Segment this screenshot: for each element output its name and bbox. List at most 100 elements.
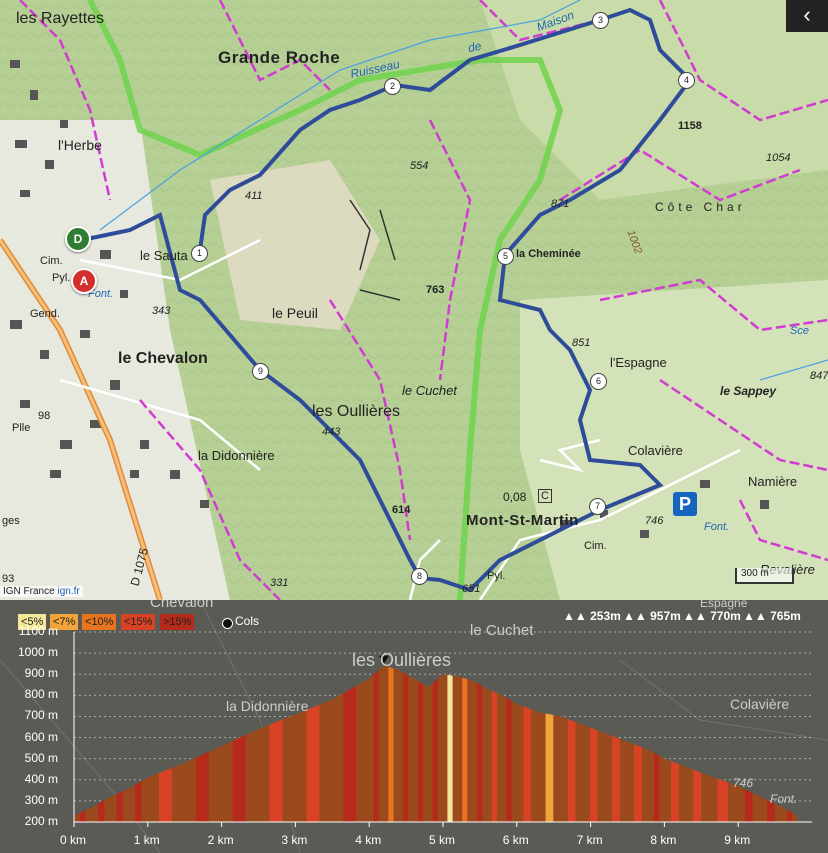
altitude-label: 1158	[678, 120, 702, 132]
slope-segment	[373, 670, 379, 822]
place-le-sauta: le Sauta	[140, 248, 188, 263]
slope-segment	[447, 674, 453, 822]
waypoint-3[interactable]: 3	[592, 12, 609, 29]
waypoint-9[interactable]: 9	[252, 363, 269, 380]
label-pyl-2: Pyl.	[487, 570, 506, 582]
mountain-icon: ▲▲	[563, 609, 587, 623]
collapse-panel-button[interactable]: ‹	[786, 0, 828, 32]
waypoint-1[interactable]: 1	[191, 245, 208, 262]
slope-segment	[388, 667, 394, 822]
y-tick-label: 400 m	[24, 771, 58, 786]
label-c-marker: C	[538, 489, 552, 503]
slope-segment	[491, 690, 497, 822]
slope-segment	[693, 769, 701, 822]
label-sce: Sce	[790, 325, 809, 337]
label-cim-2: Cim.	[584, 540, 607, 552]
slope-segment	[589, 727, 598, 822]
place-colaviere: Colavière	[628, 443, 683, 458]
elevation-profile[interactable]: Chevalon le Cuchet les Oullières la Dido…	[0, 600, 828, 853]
place-cote-char: Côte Char	[655, 200, 746, 214]
stat-value: 765m	[770, 609, 801, 623]
y-tick-label: 500 m	[24, 750, 58, 765]
slope-segment	[403, 672, 409, 822]
slope-segment	[97, 800, 105, 822]
x-tick-label: 3 km	[281, 833, 308, 847]
place-le-peuil: le Peuil	[272, 305, 318, 321]
altitude-label: 847	[810, 370, 828, 382]
slope-segment	[634, 744, 642, 822]
slope-segment	[269, 719, 283, 822]
slope-segment	[232, 735, 246, 822]
place-les-rayettes: les Rayettes	[16, 10, 105, 27]
scale-label: 300 m	[741, 568, 769, 579]
bg-label-colaviere: Colavière	[730, 696, 790, 712]
altitude-label: 93	[2, 573, 15, 585]
altitude-label: 763	[426, 284, 445, 296]
legend-slope-10: <10%	[82, 614, 117, 630]
place-les-oullieres: les Oullières	[312, 403, 401, 420]
slope-segment	[476, 683, 483, 822]
place-le-chevalon: le Chevalon	[118, 350, 208, 367]
bg-label-didonniere: la Didonnière	[226, 698, 309, 714]
cols-dot-icon	[222, 618, 233, 629]
place-mont-st-martin: Mont-St-Martin	[466, 512, 579, 529]
slope-segment	[523, 706, 532, 822]
altitude-label: 614	[392, 504, 411, 516]
slope-segment	[195, 751, 209, 822]
slope-segment	[306, 704, 320, 822]
slope-segment	[417, 680, 424, 822]
bg-label-chevalon: Chevalon	[150, 600, 214, 611]
waypoint-2[interactable]: 2	[384, 78, 401, 95]
parking-icon: P	[673, 492, 697, 516]
altitude-label: 871	[551, 198, 570, 210]
x-tick-label: 8 km	[650, 833, 677, 847]
slope-segment	[116, 791, 123, 822]
attribution: IGN France ign.fr	[0, 586, 83, 597]
x-tick-label: 1 km	[133, 833, 160, 847]
x-tick-label: 2 km	[207, 833, 234, 847]
y-tick-label: 1000 m	[17, 645, 58, 660]
attribution-text: IGN France	[3, 586, 58, 597]
slope-segment	[545, 713, 554, 822]
waypoint-8[interactable]: 8	[411, 568, 428, 585]
slope-segment	[717, 778, 728, 822]
stat-value: 957m	[650, 609, 681, 623]
y-tick-label: 600 m	[24, 729, 58, 744]
start-pin-icon[interactable]: D	[65, 226, 91, 252]
label-ges: ges	[2, 515, 20, 527]
slope-segment	[671, 761, 679, 822]
place-la-cheminee: la Cheminée	[516, 248, 581, 260]
legend-cols: Cols	[235, 614, 260, 628]
place-lherbe: l'Herbe	[58, 137, 102, 153]
waypoint-7[interactable]: 7	[589, 498, 606, 515]
place-namiere: Namière	[748, 474, 798, 489]
waypoint-6[interactable]: 6	[590, 373, 607, 390]
bg-label-cuchet: le Cuchet	[470, 622, 534, 639]
waypoint-4[interactable]: 4	[678, 72, 695, 89]
attribution-link[interactable]: ign.fr	[57, 586, 79, 597]
stat-max-altitude: ▲▲ 957m	[623, 609, 681, 623]
legend-slope-15b: >15%	[160, 614, 195, 630]
altitude-label: 554	[410, 160, 429, 172]
x-tick-label: 7 km	[576, 833, 603, 847]
bg-label-oullieres: les Oullières	[352, 650, 452, 670]
x-tick-label: 4 km	[355, 833, 382, 847]
altitude-label: 443	[322, 426, 341, 438]
slope-segment	[612, 735, 620, 822]
x-tick-label: 0 km	[60, 833, 87, 847]
slope-segment	[462, 677, 468, 822]
label-gend: Gend.	[30, 308, 60, 320]
x-tick-label: 6 km	[502, 833, 529, 847]
slope-segment	[432, 678, 438, 822]
stat-ascent: ▲▲ 770m	[683, 609, 741, 623]
slope-segment	[744, 789, 753, 822]
profile-chart	[0, 600, 828, 853]
bg-label-font: Font.	[770, 792, 798, 806]
arrival-pin-icon[interactable]: A	[71, 268, 97, 294]
altitude-label: 343	[152, 305, 171, 317]
legend-slope-15a: <15%	[121, 614, 156, 630]
waypoint-5[interactable]: 5	[497, 248, 514, 265]
label-value: 0,08	[503, 490, 527, 504]
slope-segment	[134, 781, 142, 822]
topo-map[interactable]: les Rayettes Grande Roche Ruisseau de Ma…	[0, 0, 828, 600]
